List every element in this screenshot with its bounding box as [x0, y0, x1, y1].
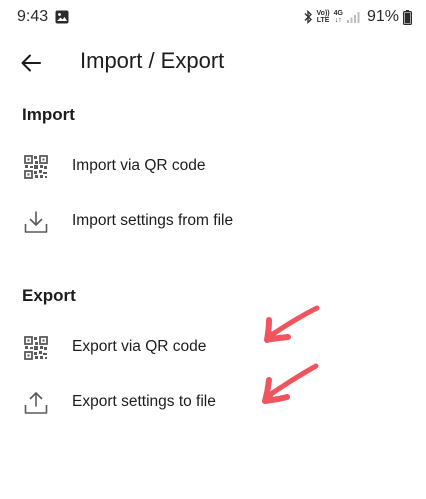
import-file-label: Import settings from file [72, 212, 234, 229]
download-icon [24, 211, 48, 233]
status-bar: 9:43 Vo)) LTE 4G ↓↑ 91% [0, 0, 426, 34]
qr-code-icon [24, 336, 48, 360]
page-title: Import / Export [80, 48, 225, 73]
export-file-item[interactable]: Export settings to file [0, 376, 426, 430]
back-button[interactable] [14, 46, 48, 80]
import-qr-label: Import via QR code [72, 157, 206, 174]
export-qr-item[interactable]: Export via QR code [0, 321, 426, 375]
screen: 9:43 Vo)) LTE 4G ↓↑ 91% Import / Export … [0, 0, 426, 499]
section-header-export: Export [22, 286, 76, 305]
section-header-import: Import [22, 105, 75, 124]
gallery-icon [55, 10, 69, 24]
status-icons: Vo)) LTE 4G ↓↑ 91% [303, 6, 412, 28]
signal-icon [346, 11, 360, 23]
volte-indicator: Vo)) LTE [316, 10, 330, 24]
export-qr-label: Export via QR code [72, 338, 207, 355]
qr-code-icon [24, 155, 48, 179]
data-indicator: 4G ↓↑ [333, 10, 343, 24]
bluetooth-icon [304, 10, 312, 24]
arrow-back-icon [21, 54, 41, 72]
import-file-item[interactable]: Import settings from file [0, 195, 426, 249]
export-file-label: Export settings to file [72, 393, 216, 410]
app-bar: Import / Export [0, 34, 426, 90]
battery-percent: 91% [366, 8, 399, 25]
import-qr-item[interactable]: Import via QR code [0, 140, 426, 194]
battery-icon [403, 9, 412, 25]
upload-icon [24, 392, 48, 414]
status-time: 9:43 [17, 8, 49, 25]
